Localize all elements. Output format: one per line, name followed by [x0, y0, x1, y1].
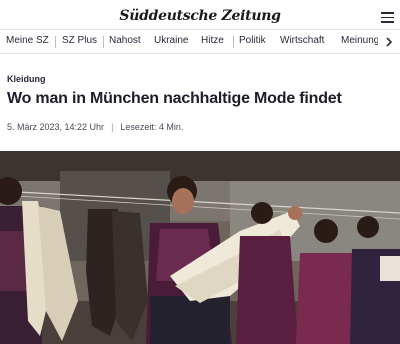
article-meta: 5. März 2023, 14:22 Uhr | Lesezeit: 4 Min. — [7, 122, 183, 132]
nav-item-sz-plus[interactable]: SZ Plus — [62, 35, 97, 46]
site-logo[interactable]: Süddeutsche Zeitung — [0, 8, 400, 24]
nav-item-hitze[interactable]: Hitze — [201, 35, 224, 46]
hamburger-menu-icon[interactable] — [381, 12, 394, 23]
nav-item-nahost[interactable]: Nahost — [109, 35, 141, 46]
section-nav: Meine SZ SZ Plus Nahost Ukraine Hitze Po… — [0, 29, 400, 54]
article-headline: Wo man in München nachhaltige Mode finde… — [7, 90, 342, 107]
nav-item-wirtschaft[interactable]: Wirtschaft — [280, 35, 324, 46]
nav-separator — [55, 36, 56, 48]
article-hero-image — [0, 151, 400, 344]
article-kicker: Kleidung — [7, 74, 46, 84]
nav-item-politik[interactable]: Politik — [239, 35, 266, 46]
meta-separator: | — [111, 122, 114, 132]
nav-scroll-next-button[interactable] — [378, 30, 400, 53]
weaving-photo-illustration — [0, 151, 400, 344]
nav-item-ukraine[interactable]: Ukraine — [154, 35, 188, 46]
nav-item-meinung[interactable]: Meinung — [341, 35, 379, 46]
nav-item-meine-sz[interactable]: Meine SZ — [6, 35, 49, 46]
article-date: 5. März 2023, 14:22 Uhr — [7, 122, 105, 132]
chevron-right-icon — [386, 36, 393, 47]
reading-time: Lesezeit: 4 Min. — [120, 122, 184, 132]
nav-separator — [233, 36, 234, 48]
nav-separator — [103, 36, 104, 48]
